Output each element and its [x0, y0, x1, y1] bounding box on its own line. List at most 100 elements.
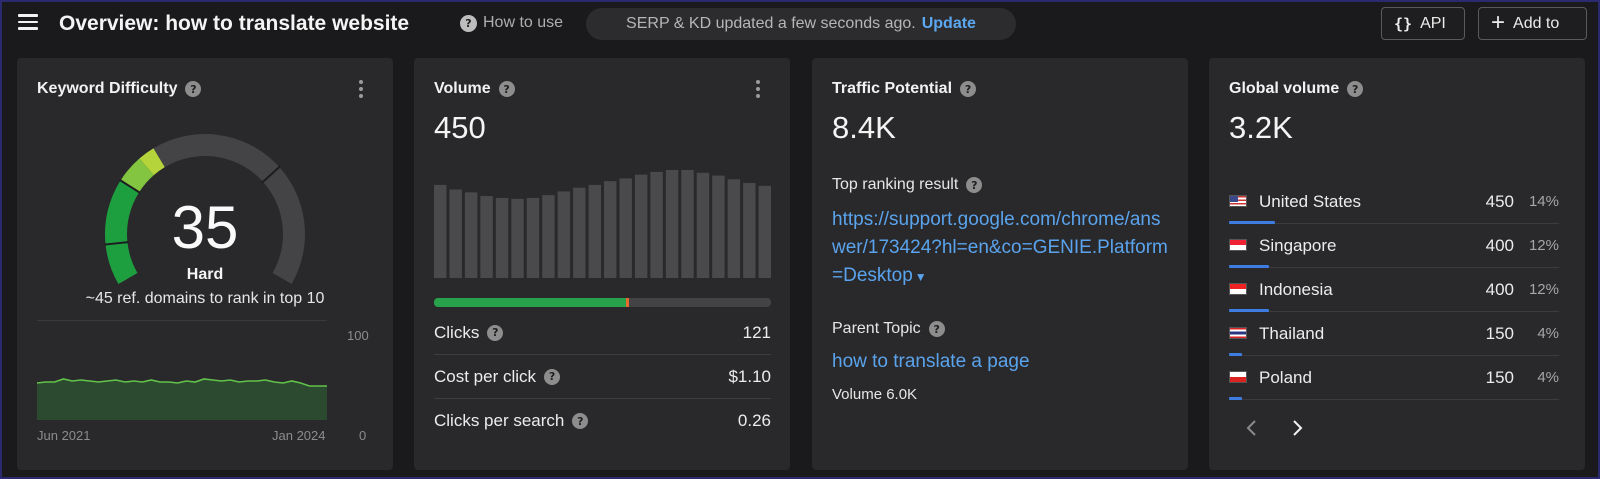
api-button[interactable]: {} API	[1381, 7, 1465, 40]
y-axis-max: 100	[347, 328, 369, 343]
page-title: Overview: how to translate website	[59, 12, 410, 35]
volume-bar[interactable]	[464, 192, 478, 278]
clicks-fill	[434, 298, 627, 307]
global-value: 3.2K	[1229, 110, 1293, 145]
next-page-button[interactable]	[1291, 418, 1305, 438]
more-options-icon[interactable]	[359, 80, 365, 98]
country-row[interactable]: Poland 150 4%	[1229, 356, 1559, 400]
kd-history-chart	[37, 320, 327, 420]
help-icon: ?	[460, 14, 477, 32]
country-row[interactable]: Indonesia 400 12%	[1229, 268, 1559, 312]
help-icon[interactable]: ?	[966, 177, 983, 193]
volume-bar[interactable]	[480, 196, 493, 278]
country-name: United States	[1259, 192, 1362, 211]
volume-bar[interactable]	[727, 179, 741, 278]
country-volume: 400	[1485, 280, 1514, 299]
api-label: API	[1420, 14, 1446, 32]
country-volume: 400	[1485, 236, 1514, 255]
top-ranking-url-text: https://support.google.com/chrome/answer…	[832, 209, 1168, 286]
us-flag-icon	[1229, 195, 1247, 207]
card-title: Volume ?	[434, 80, 515, 98]
clicks-progress-bar	[434, 298, 771, 307]
country-row[interactable]: Singapore 400 12%	[1229, 224, 1559, 268]
metric-clicks: Clicks? 121	[434, 311, 771, 355]
volume-bar[interactable]	[634, 174, 648, 278]
global-volume-card: Global volume ? 3.2K United States 450 1…	[1209, 58, 1585, 470]
code-braces-icon: {}	[1394, 14, 1413, 33]
add-to-button[interactable]: + Add to	[1478, 7, 1587, 40]
kd-level: Hard	[186, 266, 224, 283]
metric-label: Clicks per search	[434, 411, 565, 430]
country-name: Thailand	[1259, 324, 1325, 343]
parent-topic-volume: Volume 6.0K	[832, 386, 918, 403]
country-name: Indonesia	[1259, 280, 1333, 299]
prev-page-button[interactable]	[1245, 418, 1259, 438]
help-icon[interactable]: ?	[1347, 81, 1364, 97]
volume-bar[interactable]	[526, 197, 540, 278]
volume-bar[interactable]	[712, 175, 725, 278]
volume-bar[interactable]	[696, 172, 710, 278]
kd-note: ~45 ref. domains to rank in top 10	[85, 290, 325, 307]
volume-trend-chart	[434, 170, 771, 278]
country-share: 4%	[1537, 325, 1559, 342]
keyword-difficulty-card: Keyword Difficulty ? 35 Hard ~45 ref. do…	[17, 58, 393, 470]
volume-bar[interactable]	[511, 198, 524, 278]
serp-status-text: SERP & KD updated a few seconds ago.	[626, 15, 916, 32]
menu-icon[interactable]	[18, 14, 38, 30]
volume-bar[interactable]	[619, 178, 632, 278]
serp-status-pill: SERP & KD updated a few seconds ago. Upd…	[586, 8, 1016, 40]
help-icon[interactable]: ?	[185, 81, 202, 97]
volume-bar[interactable]	[542, 195, 555, 278]
x-axis-end: Jan 2024	[272, 428, 326, 443]
top-ranking-text: Top ranking result	[832, 176, 959, 193]
country-volume: 150	[1485, 324, 1514, 343]
kd-history-area	[37, 379, 327, 420]
top-ranking-url[interactable]: https://support.google.com/chrome/answer…	[832, 206, 1172, 291]
volume-bar[interactable]	[588, 184, 601, 278]
country-name: Poland	[1259, 368, 1312, 387]
metric-value: 0.26	[737, 411, 771, 430]
update-link[interactable]: Update	[922, 15, 976, 33]
card-title: Traffic Potential ?	[832, 80, 977, 98]
how-to-use-link[interactable]: ? How to use	[460, 14, 563, 32]
metric-clicks-per-search: Clicks per search? 0.26	[434, 399, 771, 443]
country-volume: 150	[1485, 368, 1514, 387]
help-icon[interactable]: ?	[928, 321, 945, 337]
metric-cost-per-click: Cost per click? $1.10	[434, 355, 771, 399]
country-row[interactable]: Thailand 150 4%	[1229, 312, 1559, 356]
help-icon[interactable]: ?	[498, 81, 515, 97]
country-share: 14%	[1528, 193, 1559, 210]
x-axis-start: Jun 2021	[37, 428, 91, 443]
country-name: Singapore	[1259, 236, 1337, 255]
card-title: Keyword Difficulty ?	[37, 80, 202, 98]
chevron-left-icon	[1246, 420, 1256, 436]
volume-bar[interactable]	[758, 185, 771, 278]
volume-bar[interactable]	[495, 197, 509, 278]
global-title: Global volume	[1229, 80, 1340, 97]
metric-value: 121	[742, 322, 771, 342]
volume-bar[interactable]	[681, 170, 694, 278]
parent-topic-link[interactable]: how to translate a page	[832, 348, 1030, 376]
help-icon[interactable]: ?	[487, 324, 504, 341]
parent-topic-text: Parent Topic	[832, 320, 921, 337]
more-options-icon[interactable]	[756, 80, 762, 98]
metric-value: $1.10	[728, 366, 771, 386]
help-icon[interactable]: ?	[960, 81, 977, 97]
help-icon[interactable]: ?	[544, 368, 561, 385]
volume-bar[interactable]	[650, 171, 663, 278]
volume-bar[interactable]	[604, 181, 617, 278]
country-share: 12%	[1528, 237, 1559, 254]
help-icon[interactable]: ?	[572, 413, 589, 429]
volume-bar[interactable]	[434, 184, 447, 278]
country-row[interactable]: United States 450 14%	[1229, 180, 1559, 224]
chevron-right-icon	[1293, 420, 1303, 436]
id-flag-icon	[1229, 283, 1247, 295]
country-share-bar	[1229, 397, 1243, 400]
traffic-title: Traffic Potential	[832, 80, 953, 97]
volume-bar[interactable]	[449, 189, 462, 278]
caret-down-icon[interactable]: ▼	[915, 270, 927, 284]
volume-bar[interactable]	[557, 191, 571, 278]
volume-bar[interactable]	[665, 170, 679, 278]
volume-bar[interactable]	[573, 187, 586, 278]
volume-bar[interactable]	[743, 183, 756, 278]
